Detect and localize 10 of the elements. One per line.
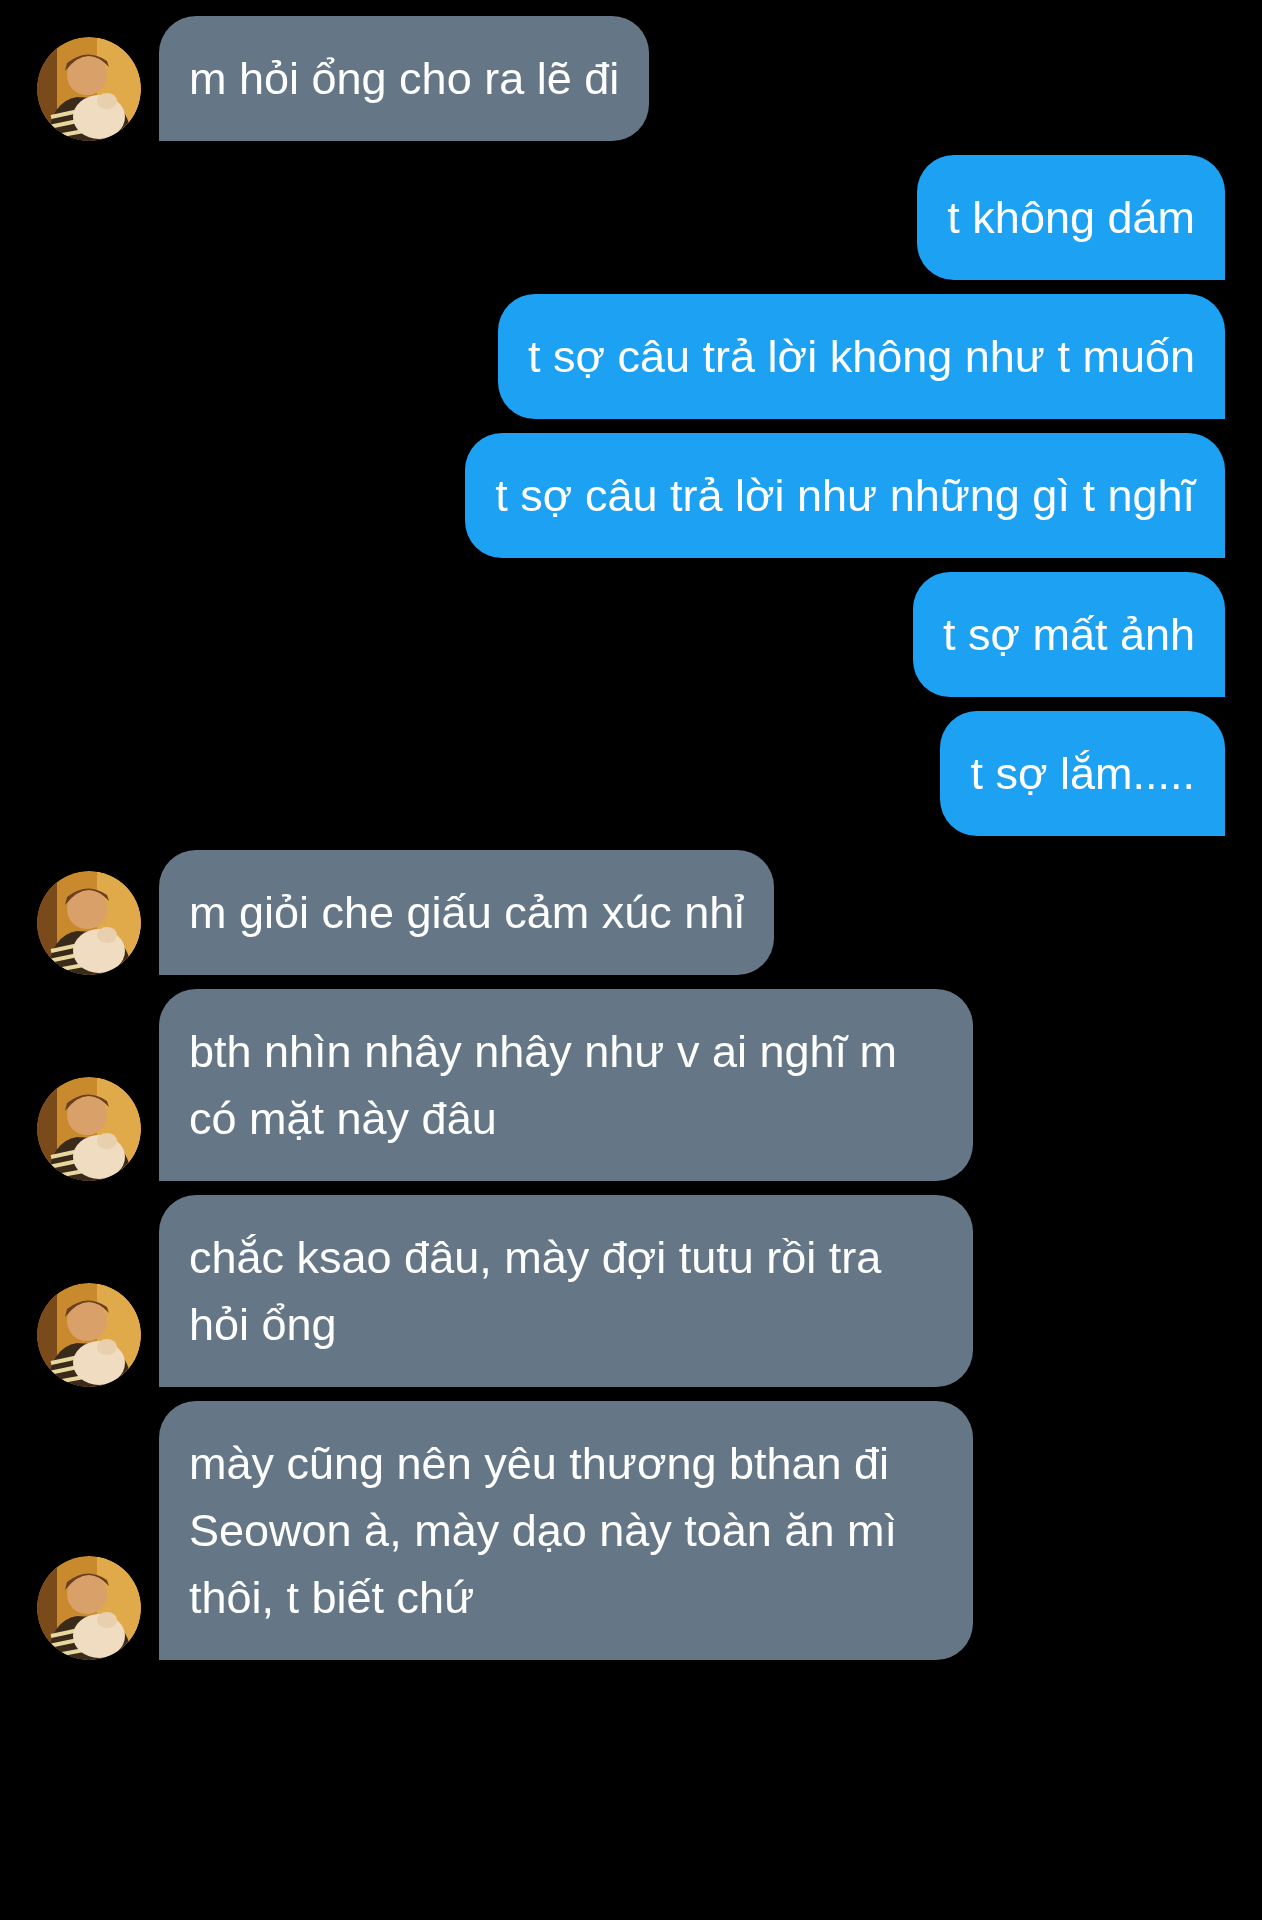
- received-message-bubble: bth nhìn nhây nhây như v ai nghĩ m có mặt này đâu: [159, 989, 973, 1181]
- received-message-bubble: mày cũng nên yêu thương bthan đi Seowon à, mày dạo này toàn ăn mì thôi, t biết chứ: [159, 1401, 973, 1660]
- received-message-bubble: m giỏi che giấu cảm xúc nhỉ: [159, 850, 775, 975]
- received-message-bubble: chắc ksao đâu, mày đợi tutu rồi tra hỏi ổng: [159, 1195, 973, 1387]
- sent-message-bubble: t sợ lắm.....: [940, 711, 1225, 836]
- sent-message-bubble: t sợ câu trả lời không như t muốn: [498, 294, 1225, 419]
- sent-message-bubble: t sợ câu trả lời như những gì t nghĩ: [465, 433, 1225, 558]
- sent-message-bubble: t không dám: [917, 155, 1225, 280]
- received-message-bubble: m hỏi ổng cho ra lẽ đi: [159, 16, 650, 141]
- sent-message-bubble: t sợ mất ảnh: [912, 572, 1225, 697]
